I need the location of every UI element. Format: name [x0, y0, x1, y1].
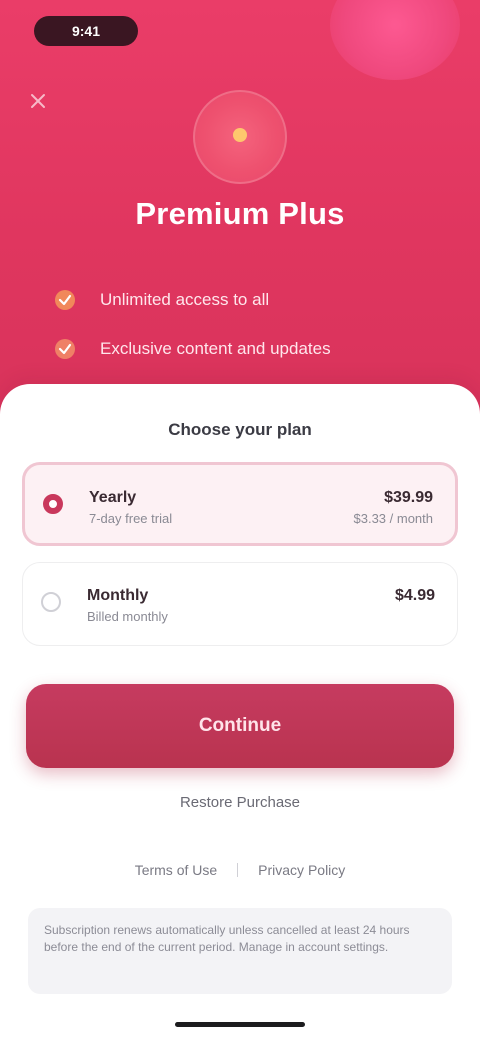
feature-text: Unlimited access to all — [100, 290, 270, 309]
plan-heading: Choose your plan — [168, 420, 312, 439]
plan-price: $39.99 — [384, 489, 433, 506]
star-icon — [229, 124, 251, 151]
status-time: 9:41 — [71, 23, 101, 39]
page-title: Premium Plus — [135, 196, 345, 231]
close-icon — [30, 93, 46, 112]
feature-text: Exclusive content and updates — [100, 339, 331, 358]
plan-price: $4.99 — [394, 587, 435, 604]
plan-option-monthly[interactable]: Monthly Billed monthly $4.99 — [22, 562, 458, 646]
plan-subtitle: 7-day free trial — [89, 511, 173, 526]
feature-item: Exclusive content and updates — [52, 331, 392, 367]
plan-name: Monthly — [87, 587, 149, 604]
home-indicator[interactable] — [175, 1022, 305, 1027]
plan-option-yearly[interactable]: Yearly 7-day free trial $39.99 $3.33 / m… — [22, 462, 458, 546]
terms-link[interactable]: Terms of Use — [135, 862, 217, 878]
feature-item: Unlimited access to all — [52, 282, 392, 318]
subscription-disclaimer: Subscription renews automatically unless… — [28, 908, 452, 994]
divider — [237, 863, 239, 877]
radio-unselected-icon — [41, 592, 61, 612]
app-logo — [193, 90, 287, 184]
plan-price-sub: $3.33 / month — [353, 511, 434, 526]
privacy-link[interactable]: Privacy Policy — [258, 862, 345, 878]
check-icon — [52, 336, 78, 362]
close-button[interactable] — [20, 84, 56, 120]
plan-sheet: Choose your plan Yearly 7-day free trial… — [0, 384, 480, 1040]
plan-name: Yearly — [89, 489, 137, 506]
status-time-pill: 9:41 — [34, 16, 138, 46]
continue-button[interactable]: Continue — [26, 684, 454, 768]
hero-header: 9:41 Premium Plus Unlimited access to al… — [0, 0, 480, 430]
feature-list: Unlimited access to all Exclusive conten… — [52, 282, 392, 380]
decorative-blob — [330, 0, 460, 80]
radio-selected-icon — [43, 494, 63, 514]
legal-links: Terms of Use Privacy Policy — [0, 862, 480, 878]
restore-purchase-link[interactable]: Restore Purchase — [0, 794, 480, 811]
plan-subtitle: Billed monthly — [87, 609, 168, 624]
check-icon — [52, 287, 78, 313]
